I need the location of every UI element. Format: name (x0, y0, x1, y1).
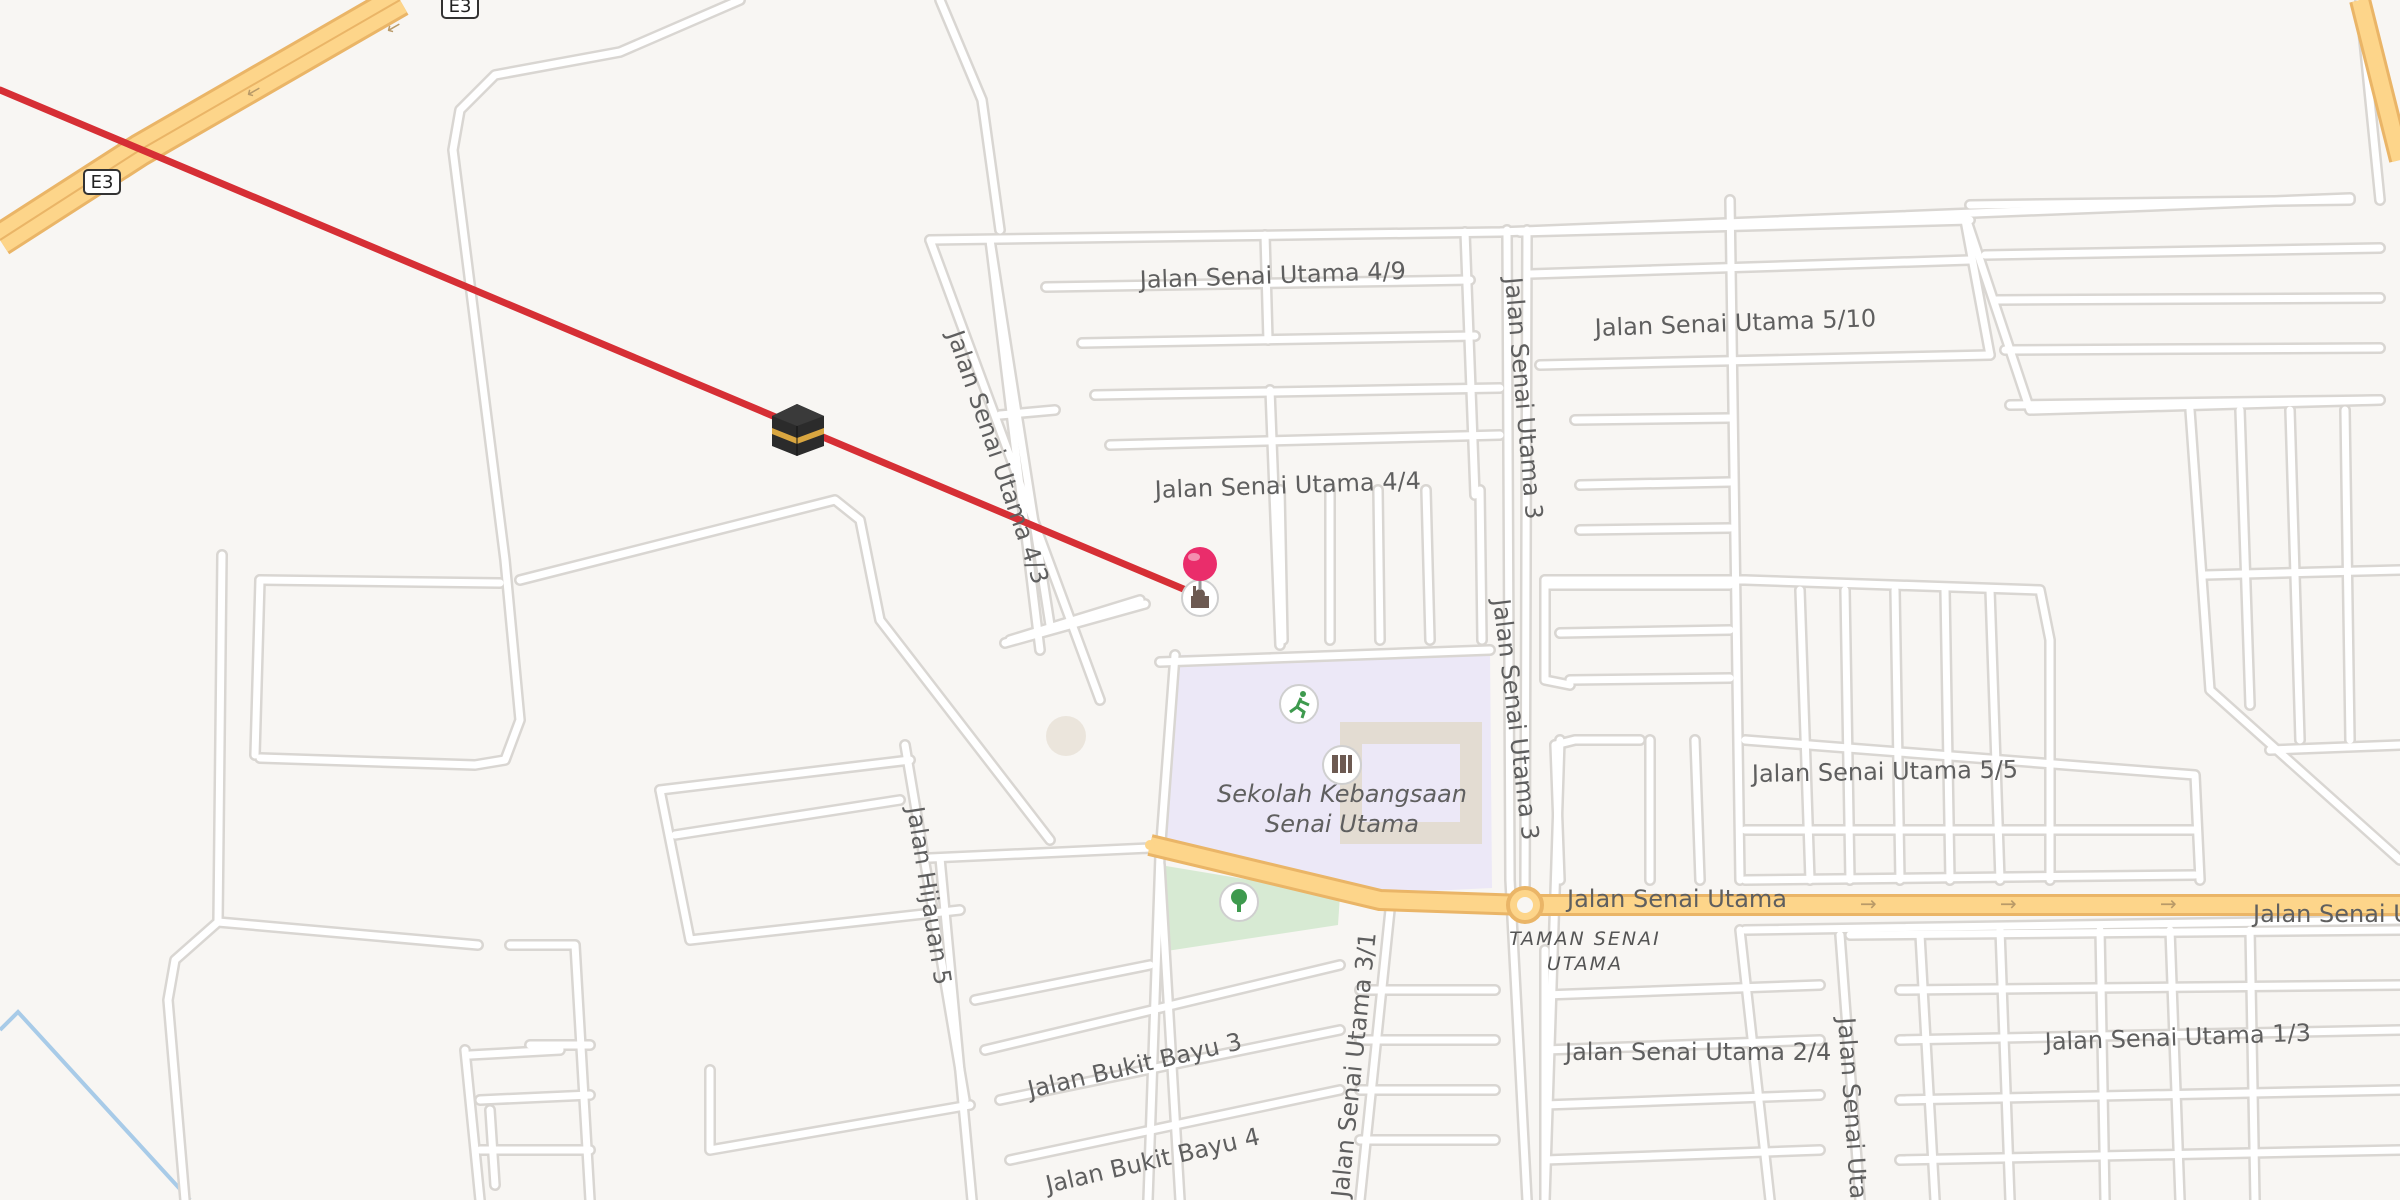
e3-highway: ← ← (0, 0, 409, 255)
svg-text:E3: E3 (449, 0, 472, 17)
street-label: Jalan Senai Utama 2/4 (1563, 1038, 1831, 1066)
street-label: Jalan Senai Utama 5/5 (1750, 755, 2019, 788)
street-label: Jalan Senai Utama 3 (1487, 595, 1545, 841)
svg-text:→: → (2000, 892, 2017, 916)
school-icon[interactable] (1322, 745, 1362, 785)
street-label: Jalan Senai Utama (1832, 1014, 1875, 1200)
svg-text:→: → (2160, 892, 2177, 916)
street-label: Jalan Senai Utama 5/10 (1592, 304, 1876, 342)
street-label: Jalan Senai Utama 1/3 (2042, 1019, 2311, 1056)
area-label: TAMAN SENAI (1509, 928, 1660, 950)
highway-shield-e3: E3 (83, 169, 121, 195)
street-label: Jalan Senai Utama 4/9 (1137, 257, 1406, 294)
area-label: UTAMA (1547, 953, 1623, 975)
map-feature (1046, 716, 1086, 756)
svg-text:E3: E3 (91, 172, 114, 193)
map-canvas[interactable]: → → → ← ← E3 E3 Jalan Senai Utama 4/9 Ja… (0, 0, 2400, 1200)
school-label: Senai Utama (1265, 810, 1419, 838)
street-label: Jalan Senai Utama (2251, 900, 2400, 928)
street-label: Jalan Senai Utama 4/3 (941, 325, 1055, 588)
street-label: Jalan Senai Utama (1565, 885, 1787, 913)
running-icon[interactable] (1279, 684, 1319, 724)
kaaba-icon[interactable] (772, 404, 824, 456)
road-network (162, 0, 2400, 1200)
boundary-line (0, 1009, 192, 1200)
highway-shield-e3: E3 (441, 0, 479, 19)
svg-text:→: → (1860, 892, 1877, 916)
tree-icon[interactable] (1219, 882, 1259, 922)
